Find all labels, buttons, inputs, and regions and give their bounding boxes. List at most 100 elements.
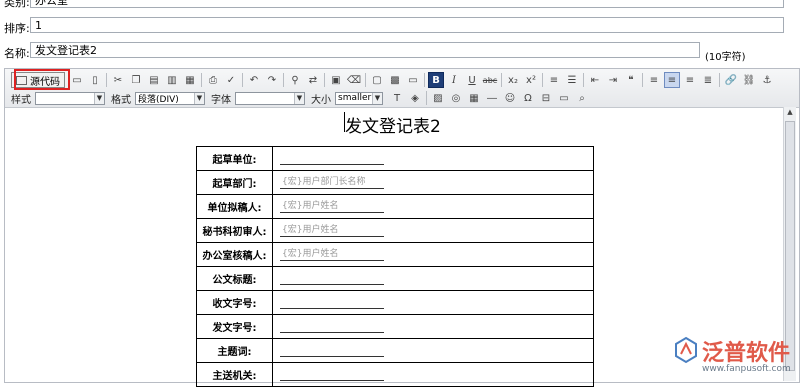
row-label: 起草部门:	[196, 170, 273, 195]
table-row: 主送机关:	[196, 362, 594, 387]
strike-button[interactable]: abc	[482, 72, 498, 88]
italic-button[interactable]: I	[446, 72, 462, 88]
superscript-button[interactable]: x²	[523, 72, 539, 88]
unlink-icon[interactable]: ⛓	[741, 72, 757, 88]
bold-button[interactable]: B	[428, 72, 444, 88]
separator	[201, 73, 202, 87]
separator	[324, 73, 325, 87]
iframe-icon[interactable]: ▭	[556, 90, 572, 106]
align-justify-icon[interactable]: ≣	[700, 72, 716, 88]
scroll-up-icon[interactable]: ▲	[785, 108, 795, 119]
table-row: 主题词:	[196, 338, 594, 363]
link-icon[interactable]: 🔗	[723, 72, 739, 88]
format-select[interactable]: 段落(DIV) ▼	[135, 91, 205, 105]
underline-button[interactable]: U	[464, 72, 480, 88]
row-value-cell	[272, 314, 594, 339]
replace-icon[interactable]: ⇄	[305, 72, 321, 88]
paste-text-icon[interactable]: ▥	[164, 72, 180, 88]
page-break-icon[interactable]: ⊟	[538, 90, 554, 106]
eraser-icon[interactable]: ⌫	[346, 72, 362, 88]
order-label: 排序:	[4, 22, 30, 35]
category-label: 类别:	[4, 0, 30, 9]
row-value-cell	[272, 362, 594, 387]
spellcheck-icon[interactable]: ✓	[223, 72, 239, 88]
align-right-icon[interactable]: ≡	[682, 72, 698, 88]
copy-icon[interactable]: ❐	[128, 72, 144, 88]
table-row: 单位拟稿人: {宏}用户姓名	[196, 194, 594, 219]
chevron-down-icon: ▼	[94, 92, 104, 104]
find-icon[interactable]: ⚲	[287, 72, 303, 88]
name-label: 名称:	[4, 47, 30, 60]
row-value-field[interactable]	[280, 368, 384, 381]
blockquote-icon[interactable]: ❝	[623, 72, 639, 88]
category-input[interactable]: 办公室	[30, 0, 784, 8]
paste-icon[interactable]: ▤	[146, 72, 162, 88]
text-color-icon[interactable]: T	[389, 90, 405, 106]
style-select[interactable]: ▼	[35, 91, 105, 105]
font-select[interactable]: ▼	[235, 91, 305, 105]
name-hint: (10字符)	[705, 52, 746, 63]
separator	[242, 73, 243, 87]
smiley-icon[interactable]: ☺	[502, 90, 518, 106]
row-value-field[interactable]	[280, 296, 384, 309]
separator	[283, 73, 284, 87]
size-label: 大小	[311, 94, 331, 106]
indent-icon[interactable]: ⇥	[605, 72, 621, 88]
row-value-cell	[272, 146, 594, 171]
name-input[interactable]: 发文登记表2	[30, 42, 700, 58]
toolbar-row-2: 样式 ▼ 格式 段落(DIV) ▼ 字体 ▼ 大小 smaller ▼ T ◈	[11, 90, 592, 106]
cut-icon[interactable]: ✂	[110, 72, 126, 88]
fanpusoft-watermark: 泛普软件 www.fanpusoft.com	[672, 334, 794, 379]
redo-icon[interactable]: ↷	[264, 72, 280, 88]
new-page-icon[interactable]: ▯	[87, 72, 103, 88]
bg-color-icon[interactable]: ◈	[407, 90, 423, 106]
table-row: 秘书科初审人: {宏}用户姓名	[196, 218, 594, 243]
row-label: 起草单位:	[196, 146, 273, 171]
print-icon[interactable]: ⎙	[205, 72, 221, 88]
insert-image-icon[interactable]: ▨	[430, 90, 446, 106]
anchor-icon[interactable]: ⚓	[759, 72, 775, 88]
numbered-list-icon[interactable]: ≡	[546, 72, 562, 88]
textfield-icon[interactable]: ▭	[405, 72, 421, 88]
outdent-icon[interactable]: ⇤	[587, 72, 603, 88]
table-icon[interactable]: ▦	[466, 90, 482, 106]
toolbar-row-1: 源代码 ▭ ▯ ✂ ❐ ▤ ▥ ▦ ⎙ ✓ ↶ ↷ ⚲ ⇄ ▣ ⌫ ▢ ▩ ▭	[11, 72, 777, 88]
subscript-button[interactable]: x₂	[505, 72, 521, 88]
align-center-icon[interactable]: ≡	[664, 72, 680, 88]
document-title: 发文登记表2	[345, 117, 441, 137]
row-value-cell	[272, 338, 594, 363]
source-code-highlight-box	[14, 69, 70, 90]
select-all-icon[interactable]: ▣	[328, 72, 344, 88]
format-select-value: 段落(DIV)	[138, 94, 179, 105]
undo-icon[interactable]: ↶	[246, 72, 262, 88]
horizontal-rule-icon[interactable]: ―	[484, 90, 500, 106]
order-input[interactable]: 1	[30, 17, 784, 33]
row-value-field[interactable]: {宏}用户姓名	[280, 200, 384, 213]
row-value-field[interactable]	[280, 320, 384, 333]
row-value-field[interactable]: {宏}用户姓名	[280, 224, 384, 237]
separator	[365, 73, 366, 87]
special-char-icon[interactable]: Ω	[520, 90, 536, 106]
row-value-cell: {宏}用户部门长名称	[272, 170, 594, 195]
preview-icon[interactable]: ⌕	[574, 90, 590, 106]
paste-word-icon[interactable]: ▦	[182, 72, 198, 88]
row-value-field[interactable]	[280, 272, 384, 285]
chevron-down-icon: ▼	[372, 92, 382, 104]
align-left-icon[interactable]: ≡	[646, 72, 662, 88]
size-select-value: smaller	[338, 93, 372, 103]
style-label: 样式	[11, 94, 31, 106]
chevron-down-icon: ▼	[294, 92, 304, 104]
save-icon[interactable]: ▭	[69, 72, 85, 88]
row-value-field[interactable]	[280, 344, 384, 357]
row-value-field[interactable]: {宏}用户姓名	[280, 248, 384, 261]
size-select[interactable]: smaller ▼	[335, 91, 383, 105]
image-icon[interactable]: ▩	[387, 72, 403, 88]
form-icon[interactable]: ▢	[369, 72, 385, 88]
bullet-list-icon[interactable]: ☰	[564, 72, 580, 88]
row-value-field[interactable]	[280, 152, 384, 165]
separator	[583, 73, 584, 87]
flash-icon[interactable]: ◎	[448, 90, 464, 106]
editor-toolbar: 源代码 ▭ ▯ ✂ ❐ ▤ ▥ ▦ ⎙ ✓ ↶ ↷ ⚲ ⇄ ▣ ⌫ ▢ ▩ ▭	[5, 69, 799, 108]
row-value-field[interactable]: {宏}用户部门长名称	[280, 176, 384, 189]
table-row: 办公室核稿人: {宏}用户姓名	[196, 242, 594, 267]
